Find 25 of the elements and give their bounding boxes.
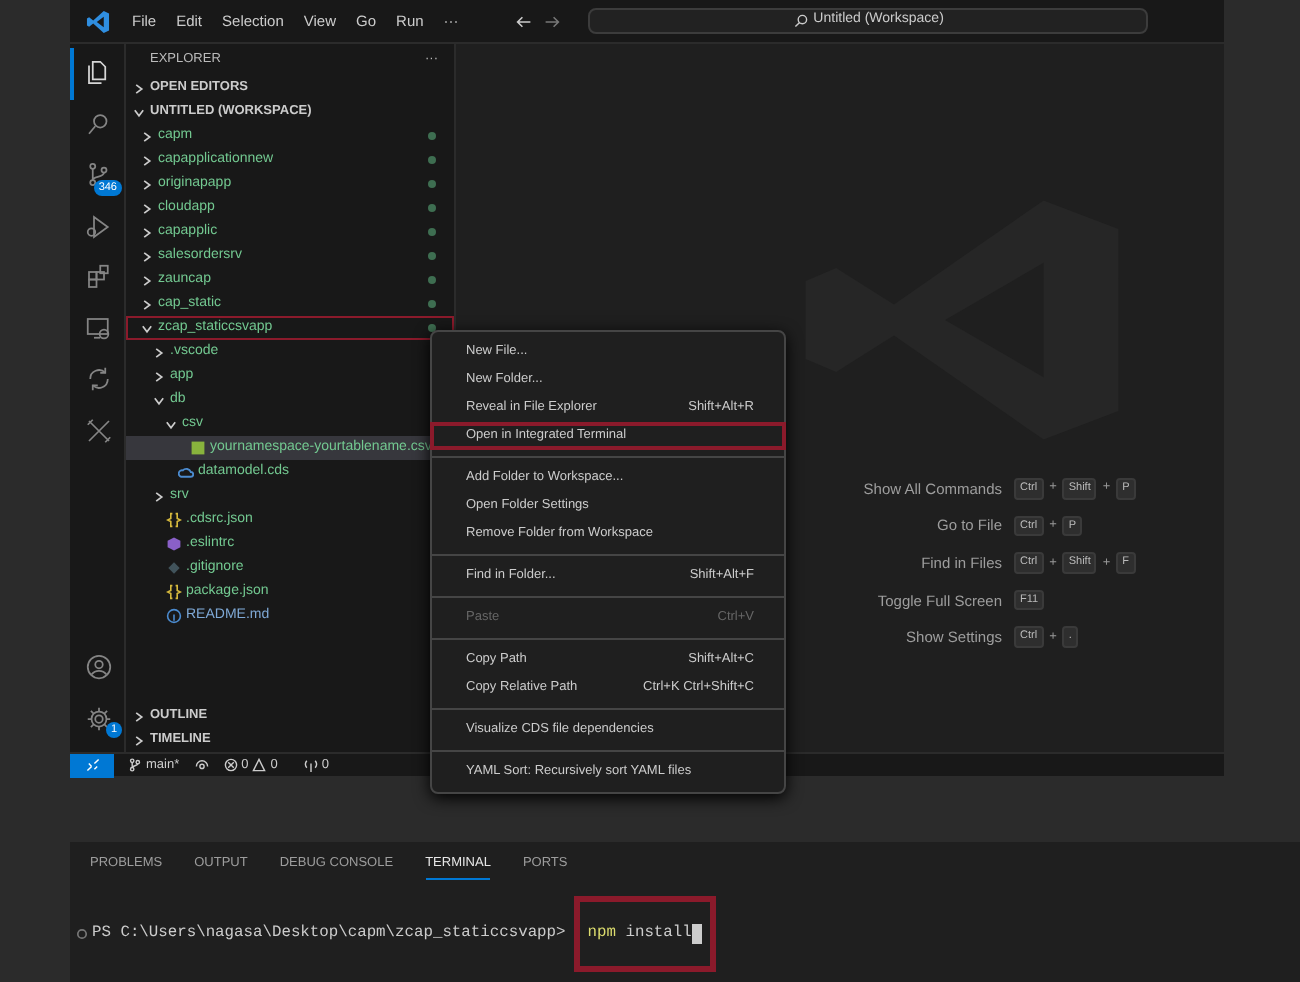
extensions-icon[interactable] (84, 262, 114, 293)
csv-file-icon (190, 440, 206, 456)
json-file-icon (166, 512, 182, 528)
app-logo-icon (86, 9, 110, 33)
account-icon[interactable] (84, 652, 114, 683)
cloud-file-icon (178, 464, 194, 480)
info-file-icon (166, 608, 182, 624)
error-icon (223, 757, 238, 772)
tools-icon[interactable] (84, 415, 114, 446)
text-cursor (691, 923, 702, 944)
git-file-icon (166, 560, 182, 576)
search-icon (793, 14, 808, 28)
run-debug-icon[interactable] (84, 211, 114, 242)
remote-explorer-icon[interactable] (84, 313, 114, 344)
status-circle-icon (76, 927, 88, 940)
settings-icon[interactable] (84, 703, 114, 734)
antenna-icon (303, 757, 318, 772)
forward-arrow-icon[interactable] (544, 13, 561, 29)
back-arrow-icon[interactable] (516, 13, 533, 29)
branch-icon (128, 757, 142, 772)
json-file-icon (166, 584, 182, 600)
remote-button[interactable] (70, 753, 114, 777)
warning-icon (252, 757, 267, 772)
remote-icon (85, 758, 99, 772)
eslint-file-icon (166, 536, 182, 552)
